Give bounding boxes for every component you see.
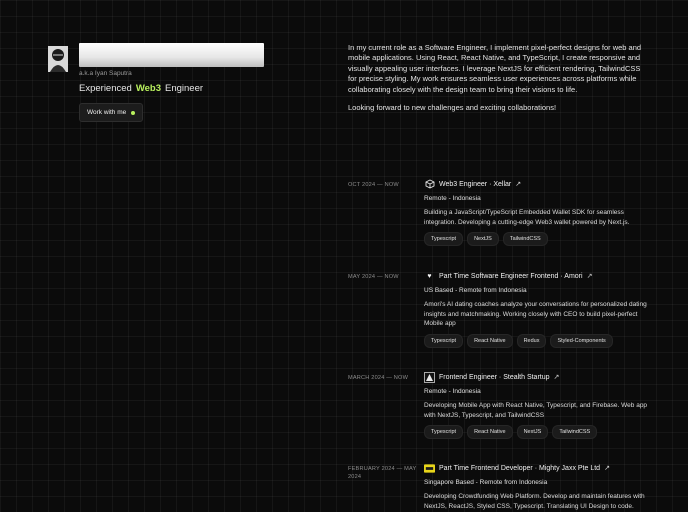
external-link-icon: ↗ (515, 181, 522, 188)
experience-date: FEBRUARY 2024 — MAY 2024 (348, 466, 417, 480)
experience-title: Part Time Software Engineer Frontend · A… (439, 272, 583, 280)
experience-location: Remote - Indonesia (424, 195, 481, 202)
external-link-icon: ↗ (553, 374, 560, 381)
experience-date: MARCH 2024 — NOW (348, 375, 409, 381)
external-link-icon: ↗ (604, 465, 610, 472)
alias-text: a.k.a Iyan Saputra (79, 70, 132, 77)
experience-title-link[interactable]: Frontend Engineer · Stealth Startup ↗ (424, 370, 648, 384)
experience-description: Building a JavaScript/TypeScript Embedde… (424, 209, 630, 226)
role-prefix: Experienced (79, 83, 132, 94)
experience-location: Singapore Based - Remote from Indonesia (424, 479, 548, 486)
tag: TailwindCSS (502, 232, 548, 247)
experience-description: Developing Crowdfunding Web Platform. De… (424, 493, 645, 510)
tag: React Native (467, 333, 513, 348)
tag: React Native (467, 425, 513, 440)
status-dot-icon (131, 110, 136, 115)
tag: Typescript (424, 333, 464, 348)
role-headline: Experienced Web3 Engineer (79, 83, 203, 94)
external-link-icon: ↗ (586, 273, 593, 280)
work-with-me-button[interactable]: Work with me (79, 103, 144, 122)
heart-icon: ♥ (427, 272, 432, 280)
tag: NextJS (467, 232, 499, 247)
name-banner (79, 43, 264, 67)
tag: Redux (516, 333, 547, 348)
experience-location: US Based - Remote from Indonesia (424, 287, 527, 294)
cube-icon (424, 179, 435, 190)
experience-title: Part Time Frontend Developer · Mighty Ja… (439, 464, 601, 472)
avatar (48, 46, 68, 72)
bio-section: In my current role as a Software Enginee… (348, 43, 648, 121)
work-with-me-label: Work with me (87, 109, 127, 116)
role-highlight: Web3 (135, 83, 161, 94)
experience-date: MAY 2024 — NOW (348, 274, 399, 280)
experience-title: Frontend Engineer · Stealth Startup (439, 373, 550, 381)
experience-description: Amori's AI dating coaches analyze your c… (424, 301, 647, 328)
tag: TailwindCSS (552, 425, 598, 440)
tag: Typescript (424, 232, 464, 247)
experience-description: Developing Mobile App with React Native,… (424, 402, 648, 419)
bio-paragraph: In my current role as a Software Enginee… (348, 43, 642, 94)
tag-list: Typescript React Native NextJS TailwindC… (424, 425, 648, 440)
bio-paragraph: Looking forward to new challenges and ex… (348, 103, 557, 113)
experience-title: Web3 Engineer · Xellar (439, 180, 512, 188)
tag: NextJS (516, 425, 549, 440)
tag: Styled-Components (550, 333, 613, 348)
experience-date: OCT 2024 — NOW (348, 182, 399, 188)
experience-title-link[interactable]: ♥ Part Time Software Engineer Frontend ·… (424, 269, 648, 283)
experience-title-link[interactable]: Part Time Frontend Developer · Mighty Ja… (424, 461, 648, 475)
tag-list: Typescript NextJS TailwindCSS (424, 232, 648, 247)
tag-list: Typescript React Native Redux Styled-Com… (424, 333, 648, 348)
experience-title-link[interactable]: Web3 Engineer · Xellar ↗ (424, 177, 648, 191)
role-suffix: Engineer (164, 83, 204, 94)
tag: Typescript (424, 425, 464, 440)
mightyjaxx-icon (424, 463, 435, 474)
stealth-icon (424, 371, 435, 383)
experience-location: Remote - Indonesia (424, 388, 481, 395)
